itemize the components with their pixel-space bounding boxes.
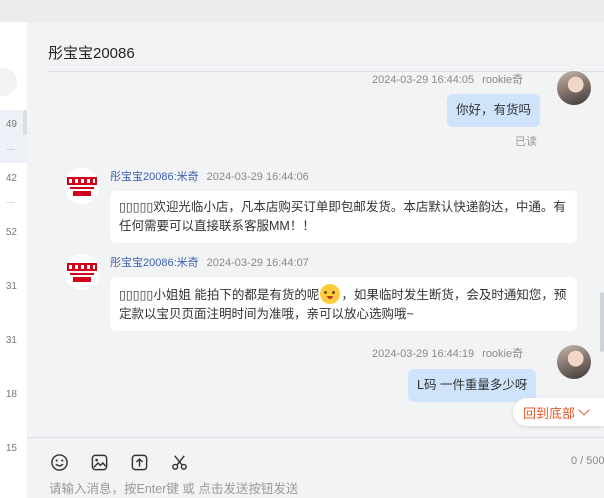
message-text: ▯▯▯▯▯小姐姐 能拍下的都是有货的呢: [119, 288, 320, 302]
message-time: 2024-03-29 16:44:07: [206, 257, 309, 269]
scissors-icon: [171, 454, 187, 470]
window-top-bar: [0, 0, 604, 22]
conversation-preview: ...: [6, 142, 15, 153]
conversation-time: 49: [5, 119, 17, 130]
message-bubble-received: ▯▯▯▯▯小姐姐 能拍下的都是有货的呢 ，如果临时发生断货，会及时通知您，预定款以…: [110, 277, 577, 331]
conversation-list: 49 ... 42 ... 52 31 31 18 15: [0, 22, 27, 498]
message-meta: 彤宝宝20086:米奇 2024-03-29 16:44:07: [110, 254, 309, 270]
char-counter: 0 / 500: [571, 455, 604, 467]
conversation-time: 31: [5, 335, 17, 346]
emoji-icon: [50, 453, 68, 471]
chat-scrollbar[interactable]: [600, 292, 604, 352]
screenshot-button[interactable]: [169, 452, 189, 472]
user-avatar[interactable]: [557, 345, 591, 379]
message-input[interactable]: [49, 480, 569, 498]
message-time: 2024-03-29 16:44:06: [206, 171, 309, 183]
scroll-to-bottom-label: 回到底部: [523, 405, 576, 421]
read-status: 已读: [515, 136, 537, 148]
shop-avatar[interactable]: [64, 254, 100, 290]
image-icon: [91, 454, 107, 470]
shop-logo-icon: [67, 177, 97, 196]
conversation-preview: ...: [6, 195, 15, 206]
message-time: 2024-03-29 16:44:05: [372, 74, 475, 86]
chat-title: 彤宝宝20086: [48, 45, 135, 62]
scroll-to-bottom-button[interactable]: 回到底部: [513, 398, 604, 426]
message-bubble-sent: 你好，有货吗: [447, 94, 541, 127]
conversation-time: 15: [5, 443, 17, 454]
message-meta: 彤宝宝20086:米奇 2024-03-29 16:44:06: [110, 168, 309, 184]
message-meta: 2024-03-29 16:44:19 rookie奇: [372, 345, 523, 361]
emoji-button[interactable]: [49, 452, 69, 472]
conversation-time: 31: [5, 281, 17, 292]
sender-name: rookie奇: [482, 74, 524, 86]
chevron-down-icon: [578, 404, 590, 416]
upload-icon: [131, 454, 147, 470]
user-avatar[interactable]: [557, 71, 591, 105]
message-time: 2024-03-29 16:44:19: [372, 348, 475, 360]
upload-button[interactable]: [129, 452, 149, 472]
sender-name: 彤宝宝20086:米奇: [110, 257, 199, 269]
smiley-emoji-icon: [320, 284, 341, 304]
image-button[interactable]: [89, 452, 109, 472]
sender-name: rookie奇: [482, 348, 524, 360]
conversation-time: 42: [5, 173, 17, 184]
conversation-time: 52: [5, 227, 17, 238]
divider: [27, 437, 604, 438]
conversation-time: 18: [5, 389, 17, 400]
chat-panel: 彤宝宝20086 2024-03-29 16:44:05 rookie奇 你好，有…: [27, 22, 604, 498]
shop-avatar[interactable]: [64, 168, 100, 204]
conversation-search[interactable]: [0, 68, 17, 96]
shop-logo-icon: [67, 263, 97, 282]
message-bubble-received: ▯▯▯▯▯欢迎光临小店，凡本店购买订单即包邮发货。本店默认快递韵达，中通。有任何…: [110, 191, 577, 243]
message-bubble-sent: L码 一件重量多少呀: [408, 369, 537, 402]
message-meta: 2024-03-29 16:44:05 rookie奇: [372, 71, 523, 87]
sender-name: 彤宝宝20086:米奇: [110, 171, 199, 183]
